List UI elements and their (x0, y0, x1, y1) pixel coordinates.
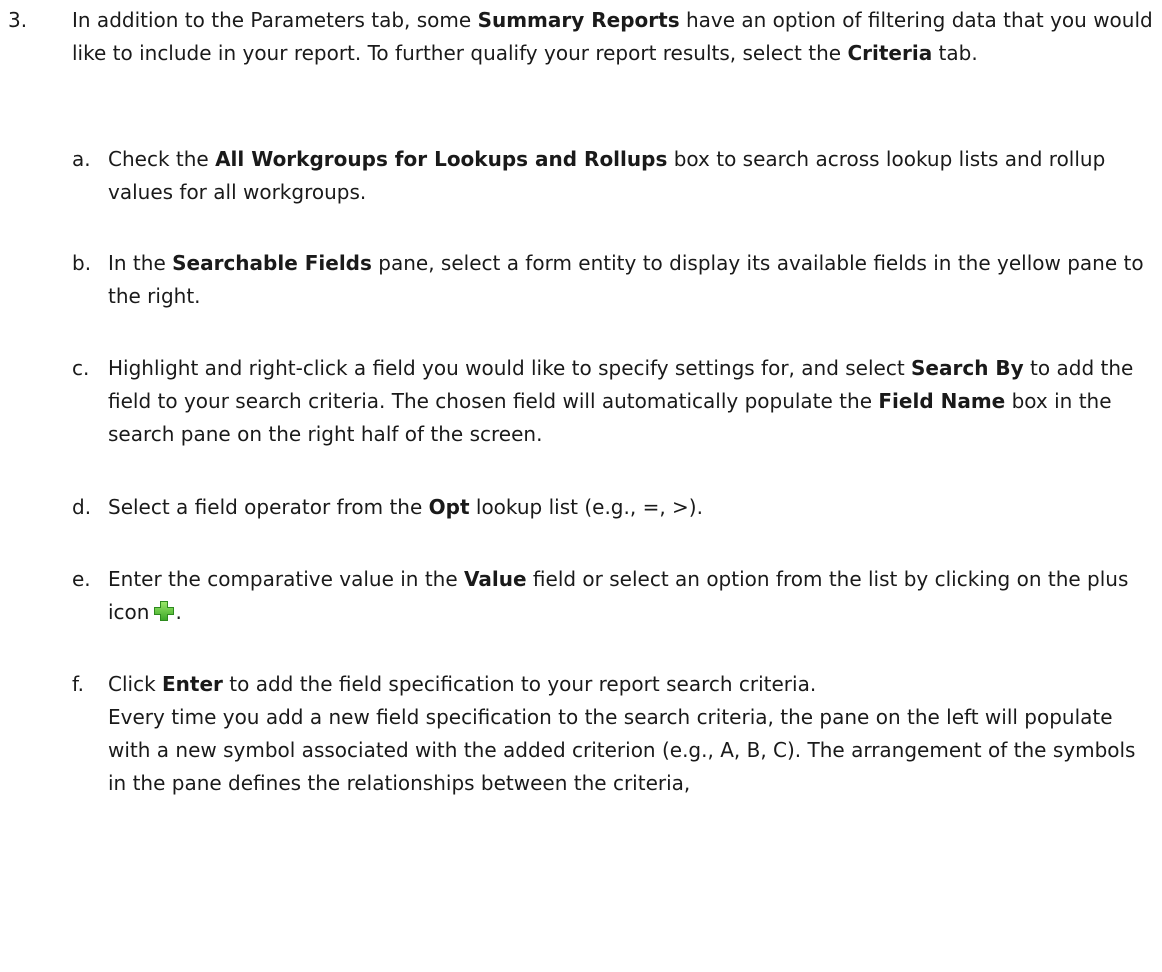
item-c-text: Highlight and right-click a field you wo… (108, 352, 1157, 451)
opt-term: Opt (428, 495, 470, 519)
enter-term: Enter (162, 672, 223, 696)
item-b-text: In the Searchable Fields pane, select a … (108, 247, 1157, 313)
item-d-text-2: lookup list (e.g., =, >). (469, 495, 703, 519)
criteria-term: Criteria (847, 41, 933, 65)
field-name-term: Field Name (878, 389, 1006, 413)
item-f-text-3: Every time you add a new field specifica… (108, 705, 1136, 795)
item-letter: a. (72, 147, 91, 171)
searchable-fields-term: Searchable Fields (172, 251, 372, 275)
item-letter: c. (72, 356, 90, 380)
step-text-1: In addition to the Parameters tab, some (72, 8, 478, 32)
all-workgroups-term: All Workgroups for Lookups and Rollups (215, 147, 668, 171)
item-letter: b. (72, 251, 92, 275)
value-term: Value (464, 567, 527, 591)
item-d-text: Select a field operator from the Opt loo… (108, 491, 1157, 524)
plus-icon (153, 599, 175, 621)
item-e-text: Enter the comparative value in the Value… (108, 563, 1157, 629)
item-a-text: Check the All Workgroups for Lookups and… (108, 143, 1157, 209)
item-a-text-1: Check the (108, 147, 216, 171)
item-f-text-1: Click (108, 672, 163, 696)
item-f-text: Click Enter to add the field specificati… (108, 668, 1157, 800)
item-d-text-1: Select a field operator from the (108, 495, 429, 519)
search-by-term: Search By (911, 356, 1024, 380)
summary-reports-term: Summary Reports (477, 8, 680, 32)
item-e-text-1: Enter the comparative value in the (108, 567, 465, 591)
step-3-text: In addition to the Parameters tab, some … (72, 4, 1157, 70)
item-f-text-2: to add the field specification to your r… (222, 672, 817, 696)
step-text-3: tab. (932, 41, 978, 65)
item-b-text-1: In the (108, 251, 173, 275)
item-letter: e. (72, 567, 91, 591)
item-letter: d. (72, 495, 92, 519)
item-letter: f. (72, 672, 84, 696)
item-c-text-1: Highlight and right-click a field you wo… (108, 356, 912, 380)
step-number: 3. (8, 8, 28, 32)
item-e-text-3: . (175, 600, 182, 624)
